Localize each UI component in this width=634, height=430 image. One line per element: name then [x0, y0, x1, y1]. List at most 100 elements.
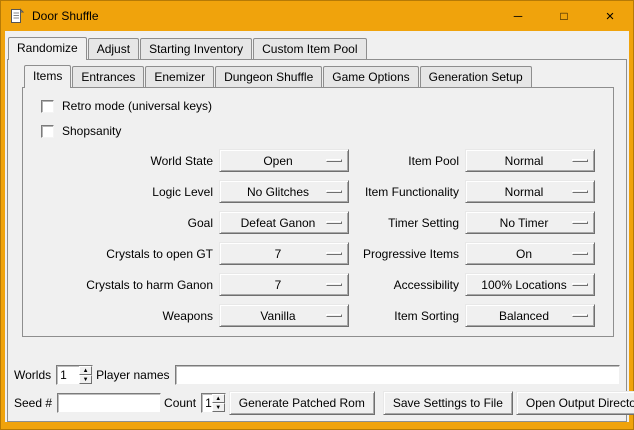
item-pool-value: Normal: [505, 154, 544, 168]
maximize-button[interactable]: □: [541, 1, 587, 31]
world-state-value: Open: [263, 154, 292, 168]
dropdown-indicator-icon: [572, 190, 588, 193]
shopsanity-checkbox[interactable]: [41, 125, 54, 138]
goal-dropdown[interactable]: Defeat Ganon: [219, 211, 349, 234]
timer-setting-dropdown[interactable]: No Timer: [465, 211, 595, 234]
tab-dungeon-shuffle[interactable]: Dungeon Shuffle: [215, 66, 322, 87]
crystals-gt-value: 7: [275, 247, 282, 261]
spin-down-icon: ▼: [83, 377, 89, 383]
minimize-button[interactable]: ─: [495, 1, 541, 31]
dropdown-indicator-icon: [326, 314, 342, 317]
dropdown-indicator-icon: [572, 314, 588, 317]
dropdown-indicator-icon: [326, 252, 342, 255]
bottom-controls: Worlds 1 ▲ ▼ Player names Seed # Count: [8, 365, 626, 421]
minimize-icon: ─: [514, 9, 523, 23]
inner-notebook: Items Entrances Enemizer Dungeon Shuffle…: [22, 64, 614, 337]
logic-level-label: Logic Level: [31, 185, 213, 199]
goal-value: Defeat Ganon: [241, 216, 316, 230]
logic-level-value: No Glitches: [247, 185, 309, 199]
tab-game-options[interactable]: Game Options: [323, 66, 418, 87]
inner-tab-bar: Items Entrances Enemizer Dungeon Shuffle…: [22, 64, 614, 87]
dropdown-indicator-icon: [326, 221, 342, 224]
outer-tab-bar: Randomize Adjust Starting Inventory Cust…: [5, 34, 629, 59]
window-controls: ─ □ ×: [495, 1, 633, 31]
close-button[interactable]: ×: [587, 1, 633, 31]
count-spinbox[interactable]: 1 ▲ ▼: [201, 393, 226, 413]
worlds-row: Worlds 1 ▲ ▼ Player names: [14, 365, 620, 385]
app-icon: [9, 8, 25, 24]
client-area: Randomize Adjust Starting Inventory Cust…: [5, 31, 629, 422]
weapons-dropdown[interactable]: Vanilla: [219, 304, 349, 327]
item-sorting-value: Balanced: [499, 309, 549, 323]
worlds-spinbox[interactable]: 1 ▲ ▼: [56, 365, 93, 385]
crystals-ganon-label: Crystals to harm Ganon: [31, 278, 213, 292]
progressive-items-label: Progressive Items: [355, 247, 459, 261]
accessibility-value: 100% Locations: [481, 278, 566, 292]
retro-mode-row: Retro mode (universal keys): [41, 99, 613, 113]
accessibility-dropdown[interactable]: 100% Locations: [465, 273, 595, 296]
tab-adjust[interactable]: Adjust: [88, 38, 139, 59]
randomize-pane: Items Entrances Enemizer Dungeon Shuffle…: [7, 59, 627, 422]
dropdown-indicator-icon: [326, 159, 342, 162]
logic-level-dropdown[interactable]: No Glitches: [219, 180, 349, 203]
titlebar[interactable]: Door Shuffle ─ □ ×: [1, 1, 633, 31]
item-sorting-dropdown[interactable]: Balanced: [465, 304, 595, 327]
tab-entrances[interactable]: Entrances: [72, 66, 144, 87]
dropdown-indicator-icon: [572, 283, 588, 286]
timer-setting-label: Timer Setting: [355, 216, 459, 230]
item-sorting-label: Item Sorting: [355, 309, 459, 323]
dropdown-indicator-icon: [572, 252, 588, 255]
count-spin-up-button[interactable]: ▲: [212, 394, 225, 403]
progressive-items-dropdown[interactable]: On: [465, 242, 595, 265]
seed-label: Seed #: [14, 396, 52, 410]
count-value: 1: [202, 394, 212, 412]
world-state-dropdown[interactable]: Open: [219, 149, 349, 172]
spin-up-icon: ▲: [215, 396, 221, 402]
dropdown-indicator-icon: [326, 190, 342, 193]
worlds-label: Worlds: [14, 368, 51, 382]
worlds-value: 1: [57, 366, 79, 384]
goal-label: Goal: [31, 216, 213, 230]
crystals-gt-dropdown[interactable]: 7: [219, 242, 349, 265]
crystals-ganon-dropdown[interactable]: 7: [219, 273, 349, 296]
retro-mode-checkbox[interactable]: [41, 100, 54, 113]
tab-custom-item-pool[interactable]: Custom Item Pool: [253, 38, 366, 59]
item-functionality-dropdown[interactable]: Normal: [465, 180, 595, 203]
crystals-ganon-value: 7: [275, 278, 282, 292]
seed-input[interactable]: [57, 393, 161, 413]
shopsanity-label: Shopsanity: [62, 124, 121, 138]
spin-down-icon: ▼: [215, 405, 221, 411]
app-window: Door Shuffle ─ □ × Randomize Adjust Star…: [0, 0, 634, 430]
count-spin-buttons: ▲ ▼: [212, 394, 225, 412]
player-names-input[interactable]: [175, 365, 621, 385]
items-pane: Retro mode (universal keys) Shopsanity W…: [22, 87, 614, 337]
seed-row: Seed # Count 1 ▲ ▼ Generate Patched Rom …: [14, 391, 620, 415]
open-output-directory-button[interactable]: Open Output Directory: [516, 391, 634, 415]
count-label: Count: [164, 396, 196, 410]
close-icon: ×: [606, 8, 615, 25]
dropdown-indicator-icon: [572, 159, 588, 162]
tab-items[interactable]: Items: [24, 65, 71, 88]
worlds-spin-buttons: ▲ ▼: [79, 366, 92, 384]
save-settings-button[interactable]: Save Settings to File: [383, 391, 513, 415]
item-functionality-label: Item Functionality: [355, 185, 459, 199]
world-state-label: World State: [31, 154, 213, 168]
dropdown-grid: World State Open Item Pool Normal Logic …: [31, 149, 613, 327]
tab-enemizer[interactable]: Enemizer: [145, 66, 214, 87]
item-functionality-value: Normal: [505, 185, 544, 199]
window-title: Door Shuffle: [32, 9, 99, 23]
tab-starting-inventory[interactable]: Starting Inventory: [140, 38, 252, 59]
count-spin-down-button[interactable]: ▼: [212, 403, 225, 412]
worlds-spin-down-button[interactable]: ▼: [79, 375, 92, 384]
crystals-gt-label: Crystals to open GT: [31, 247, 213, 261]
tab-generation-setup[interactable]: Generation Setup: [420, 66, 532, 87]
item-pool-dropdown[interactable]: Normal: [465, 149, 595, 172]
accessibility-label: Accessibility: [355, 278, 459, 292]
item-pool-label: Item Pool: [355, 154, 459, 168]
tab-randomize[interactable]: Randomize: [8, 37, 87, 60]
maximize-icon: □: [560, 9, 567, 23]
generate-patched-rom-button[interactable]: Generate Patched Rom: [229, 391, 375, 415]
worlds-spin-up-button[interactable]: ▲: [79, 366, 92, 375]
progressive-items-value: On: [516, 247, 532, 261]
dropdown-indicator-icon: [572, 221, 588, 224]
